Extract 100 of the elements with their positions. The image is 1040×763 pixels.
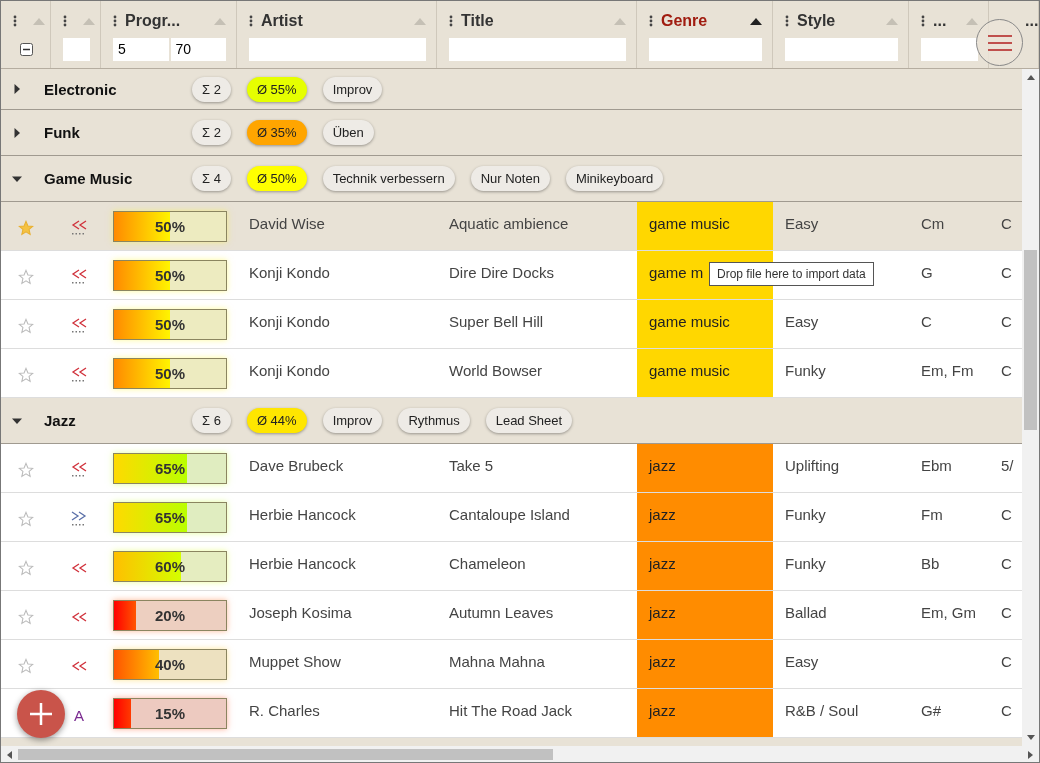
- sort-arrow-icon[interactable]: [750, 17, 762, 25]
- style-cell: Uplifting: [785, 456, 840, 474]
- scrollbar-thumb[interactable]: [18, 749, 553, 760]
- table-cell: C: [1001, 554, 1012, 572]
- horizontal-scrollbar[interactable]: [1, 746, 1039, 762]
- drag-handle-icon[interactable]: [113, 15, 117, 27]
- column-header[interactable]: Artist: [261, 12, 303, 30]
- letter-icon: A: [74, 706, 84, 724]
- key-cell: G#: [921, 701, 941, 719]
- genre-cell: jazz: [649, 603, 676, 621]
- scroll-up-icon[interactable]: [1026, 75, 1035, 80]
- expand-arrow-icon[interactable]: [12, 127, 22, 138]
- vertical-scrollbar[interactable]: [1022, 69, 1039, 746]
- title-cell: Dire Dire Docks: [449, 263, 554, 281]
- title-cell: Super Bell Hill: [449, 312, 544, 330]
- star-icon[interactable]: [18, 220, 34, 236]
- table-cell: 5/: [1001, 456, 1014, 474]
- style-cell: Easy: [785, 652, 819, 670]
- star-icon[interactable]: [18, 367, 34, 383]
- filter-field[interactable]: [249, 37, 426, 61]
- filter-field[interactable]: [785, 37, 898, 61]
- column-header[interactable]: ...: [933, 12, 947, 30]
- artist-cell: Muppet Show: [249, 652, 341, 670]
- drag-handle-icon[interactable]: [13, 15, 17, 27]
- count-badge: Σ 4: [192, 166, 231, 191]
- title-cell: Autumn Leaves: [449, 603, 554, 621]
- tag-chip[interactable]: Improv: [322, 76, 383, 102]
- filter-field[interactable]: [649, 37, 762, 61]
- artist-cell: Joseph Kosima: [249, 603, 352, 621]
- table-row[interactable]: 50% Konji Kondo Super Bell Hill game music Easy C C: [1, 300, 1022, 349]
- genre-cell: jazz: [649, 701, 676, 719]
- star-icon[interactable]: [18, 269, 34, 285]
- drag-handle-icon[interactable]: [449, 15, 453, 27]
- column-header[interactable]: Style: [797, 12, 836, 30]
- table-cell: C: [1001, 701, 1012, 719]
- tag-chip[interactable]: Improv: [322, 408, 383, 433]
- tag-chip[interactable]: Minikeyboard: [565, 166, 664, 191]
- drag-handle-icon[interactable]: [649, 15, 653, 27]
- star-icon[interactable]: [18, 560, 34, 576]
- filter-field[interactable]: [63, 37, 90, 61]
- key-cell: Fm: [921, 505, 943, 523]
- column-header[interactable]: Title: [461, 12, 494, 30]
- progress-bar: 50%: [113, 357, 227, 389]
- star-icon[interactable]: [18, 462, 34, 478]
- scrollbar-thumb[interactable]: [1024, 250, 1037, 430]
- key-cell: Cm: [921, 214, 945, 232]
- menu-button[interactable]: [976, 19, 1023, 66]
- star-icon[interactable]: [18, 511, 34, 527]
- drag-handle-icon[interactable]: [921, 15, 925, 27]
- progress-bar: 15%: [113, 697, 227, 729]
- scroll-left-icon[interactable]: [7, 750, 12, 759]
- genre-cell: game music: [649, 312, 730, 330]
- table-row[interactable]: A 15% R. Charles Hit The Road Jack jazz R&B / Soul G# C: [1, 689, 1022, 738]
- key-cell: G: [921, 263, 933, 281]
- table-cell: C: [1001, 505, 1012, 523]
- drag-handle-icon[interactable]: [249, 15, 253, 27]
- average-badge: Ø 35%: [246, 120, 307, 145]
- column-header[interactable]: Progr...: [125, 12, 181, 30]
- star-icon[interactable]: [18, 658, 34, 674]
- tag-chip[interactable]: Technik verbessern: [322, 166, 455, 191]
- table-row[interactable]: 65% Herbie Hancock Cantaloupe Island jazz Funky Fm C: [1, 493, 1022, 542]
- table-row[interactable]: 65% Dave Brubeck Take 5 jazz Uplifting Ebm 5/: [1, 444, 1022, 493]
- key-cell: Ebm: [921, 456, 952, 474]
- filter-field[interactable]: 70: [170, 37, 226, 61]
- star-icon[interactable]: [18, 318, 34, 334]
- artist-cell: David Wise: [249, 214, 325, 232]
- scroll-down-icon[interactable]: [1026, 735, 1035, 740]
- tag-chip[interactable]: Lead Sheet: [485, 408, 573, 433]
- table-cell: C: [1001, 312, 1012, 330]
- column-header[interactable]: ...: [1025, 12, 1038, 30]
- star-icon[interactable]: [18, 609, 34, 625]
- tag-chip[interactable]: Üben: [322, 120, 374, 145]
- average-badge: Ø 50%: [246, 166, 307, 191]
- select-all-checkbox[interactable]: [20, 42, 33, 56]
- artist-cell: Herbie Hancock: [249, 554, 356, 572]
- column-header[interactable]: Genre: [661, 12, 708, 30]
- filter-field[interactable]: [449, 37, 626, 61]
- tag-chip[interactable]: Nur Noten: [470, 166, 550, 191]
- key-cell: C: [921, 312, 932, 330]
- table-row[interactable]: 50% Konji Kondo World Bowser game music Funky Em, Fm C: [1, 349, 1022, 398]
- group-name: Electronic: [44, 80, 118, 98]
- genre-cell: jazz: [649, 554, 676, 572]
- count-badge: Σ 6: [192, 408, 231, 433]
- title-cell: Cantaloupe Island: [449, 505, 570, 523]
- title-cell: Mahna Mahna: [449, 652, 545, 670]
- scroll-right-icon[interactable]: [1028, 750, 1033, 759]
- title-cell: Aquatic ambience: [449, 214, 569, 232]
- title-cell: World Bowser: [449, 361, 543, 379]
- filter-field[interactable]: [921, 37, 978, 61]
- genre-cell: jazz: [649, 505, 676, 523]
- drag-handle-icon[interactable]: [785, 15, 789, 27]
- tag-chip[interactable]: Rythmus: [398, 408, 470, 433]
- table-row[interactable]: 20% Joseph Kosima Autumn Leaves jazz Ballad Em, Gm C: [1, 591, 1022, 640]
- style-cell: Funky: [785, 505, 826, 523]
- average-badge: Ø 44%: [246, 408, 307, 433]
- drag-handle-icon[interactable]: [63, 15, 67, 27]
- table-row[interactable]: 50% David Wise Aquatic ambience game music Easy Cm C: [1, 202, 1022, 251]
- filter-field[interactable]: 5: [113, 37, 169, 61]
- title-cell: Take 5: [449, 456, 494, 474]
- expand-arrow-icon[interactable]: [12, 84, 22, 94]
